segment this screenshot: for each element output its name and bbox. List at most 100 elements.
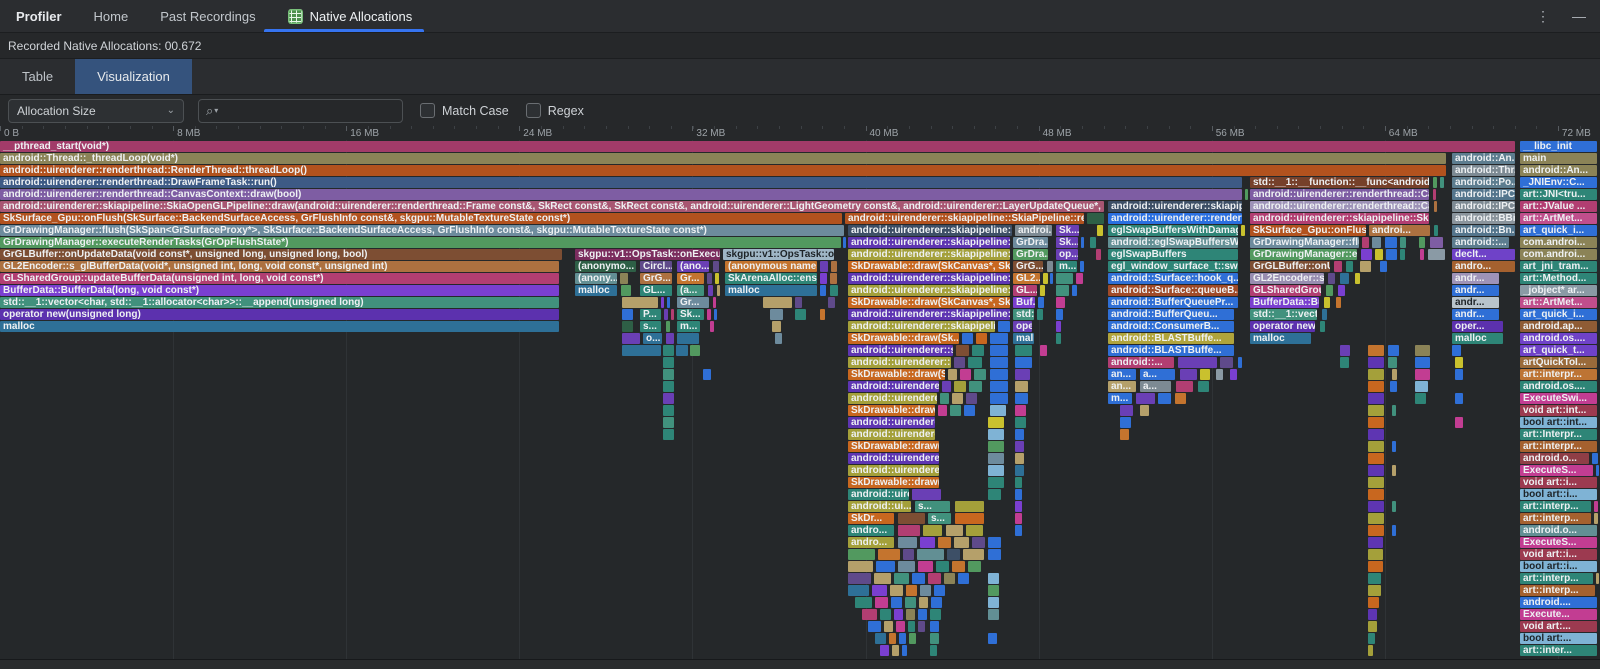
flame-segment[interactable]: android::uirenderer::skiapipeline::R... xyxy=(848,309,1010,320)
flame-segment[interactable] xyxy=(963,549,984,560)
flame-segment[interactable] xyxy=(874,573,891,584)
flame-segment[interactable]: malloc xyxy=(0,321,559,332)
flame-segment[interactable]: android::uirenderer::... xyxy=(848,381,939,392)
flame-segment[interactable]: android::ui... xyxy=(848,501,911,512)
flame-segment[interactable] xyxy=(917,549,944,560)
flame-segment[interactable] xyxy=(1368,441,1384,452)
flame-segment[interactable] xyxy=(1015,405,1026,416)
flame-segment[interactable] xyxy=(1415,357,1430,368)
flame-segment[interactable] xyxy=(663,393,674,404)
flame-segment[interactable] xyxy=(1368,393,1384,404)
search-input[interactable] xyxy=(222,103,376,119)
flame-segment[interactable] xyxy=(1368,465,1384,476)
flame-segment[interactable] xyxy=(988,597,999,608)
flame-segment[interactable]: oper... xyxy=(1452,321,1503,332)
flame-segment[interactable] xyxy=(1040,345,1047,356)
flame-segment[interactable] xyxy=(1015,489,1022,500)
flame-segment[interactable] xyxy=(1368,357,1384,368)
flame-segment[interactable]: android::Surface::queueB... xyxy=(1108,285,1238,296)
flame-segment[interactable] xyxy=(708,285,713,296)
flame-segment[interactable] xyxy=(909,633,916,644)
flame-segment[interactable] xyxy=(974,369,986,380)
more-options-icon[interactable]: ⋮ xyxy=(1536,8,1550,25)
flame-segment[interactable]: BufferData::BufferData(long, void const*… xyxy=(0,285,559,296)
flame-segment[interactable] xyxy=(990,393,1008,404)
flame-segment[interactable]: android::... xyxy=(1452,237,1509,248)
flame-segment[interactable] xyxy=(884,621,893,632)
flame-segment[interactable] xyxy=(988,453,1004,464)
flame-segment[interactable]: ExecuteSwi... xyxy=(1520,393,1597,404)
flame-segment[interactable]: an... xyxy=(1108,369,1136,380)
flame-segment[interactable] xyxy=(1386,249,1397,260)
flame-segment[interactable]: BufferData::Buffe... xyxy=(1250,297,1319,308)
flame-segment[interactable]: main xyxy=(1520,153,1597,164)
flame-segment[interactable] xyxy=(990,369,1008,380)
flame-segment[interactable] xyxy=(947,549,960,560)
flame-segment[interactable] xyxy=(1324,297,1330,308)
flame-segment[interactable]: SkDrawable::draw(S... xyxy=(848,369,945,380)
flame-segment[interactable]: com.androi... xyxy=(1520,237,1597,248)
flame-segment[interactable]: egl_window_surface_t::swap... xyxy=(1108,261,1238,272)
flame-segment[interactable]: android.ap... xyxy=(1520,321,1597,332)
flame-segment[interactable] xyxy=(988,549,1001,560)
tab-native-allocations[interactable]: Native Allocations xyxy=(288,0,413,32)
flame-segment[interactable]: s... xyxy=(915,501,950,512)
flame-segment[interactable] xyxy=(966,393,977,404)
flame-segment[interactable] xyxy=(1245,189,1248,200)
flame-segment[interactable]: art::interpr... xyxy=(1520,441,1597,452)
flame-segment[interactable]: Gr... xyxy=(677,297,709,308)
flame-segment[interactable] xyxy=(848,585,869,596)
flame-segment[interactable] xyxy=(988,429,1004,440)
flame-segment[interactable] xyxy=(1120,417,1131,428)
flame-segment[interactable] xyxy=(1175,393,1186,404)
flame-segment[interactable] xyxy=(820,285,826,296)
flame-segment[interactable]: art::interpr... xyxy=(1520,369,1597,380)
flame-segment[interactable] xyxy=(1015,441,1024,452)
flame-segment[interactable]: operator new(unsigned long) xyxy=(0,309,559,320)
flame-segment[interactable] xyxy=(1056,321,1061,332)
flame-segment[interactable] xyxy=(1198,381,1209,392)
flame-segment[interactable] xyxy=(942,381,951,392)
flame-segment[interactable]: P... xyxy=(640,309,661,320)
flame-segment[interactable] xyxy=(1380,261,1387,272)
flame-segment[interactable] xyxy=(955,501,984,512)
flame-segment[interactable]: art_jni_tram... xyxy=(1520,261,1597,272)
flame-segment[interactable]: bool art::i... xyxy=(1520,561,1597,572)
flame-segment[interactable] xyxy=(918,609,927,620)
flame-segment[interactable] xyxy=(1180,369,1197,380)
flame-segment[interactable] xyxy=(1015,513,1022,524)
flame-segment[interactable]: std::__1::vector<char, std::__1::allocat… xyxy=(0,297,559,308)
flame-segment[interactable] xyxy=(1015,417,1026,428)
flame-segment[interactable]: Gr... xyxy=(677,273,704,284)
flame-segment[interactable] xyxy=(1056,273,1073,284)
flame-segment[interactable]: art::interp... xyxy=(1520,501,1591,512)
flame-segment[interactable] xyxy=(1043,273,1048,284)
flame-segment[interactable]: m... xyxy=(1108,393,1132,404)
flame-segment[interactable] xyxy=(1120,429,1129,440)
flame-segment[interactable] xyxy=(1594,513,1598,524)
flame-segment[interactable]: mall... xyxy=(1013,333,1034,344)
flame-segment[interactable]: skgpu::v1::OpsTask::onExecute(... xyxy=(575,249,720,260)
tab-visualization[interactable]: Visualization xyxy=(75,59,192,94)
flame-segment[interactable] xyxy=(795,297,802,308)
flame-segment[interactable] xyxy=(903,549,914,560)
flame-segment[interactable]: s... xyxy=(640,321,661,332)
flame-segment[interactable]: android::uirende... xyxy=(848,489,909,500)
flame-segment[interactable] xyxy=(1015,369,1030,380)
flame-segment[interactable] xyxy=(677,333,699,344)
flame-segment[interactable] xyxy=(1455,357,1463,368)
flame-segment[interactable]: __libc_init xyxy=(1520,141,1597,152)
flame-segment[interactable] xyxy=(962,333,973,344)
flame-segment[interactable] xyxy=(1220,357,1233,368)
flame-segment[interactable] xyxy=(936,561,949,572)
flame-segment[interactable]: android::IPC... xyxy=(1452,201,1515,212)
flame-segment[interactable]: art_quick_i... xyxy=(1520,225,1597,236)
flame-segment[interactable] xyxy=(930,633,939,644)
flame-segment[interactable] xyxy=(918,621,925,632)
flame-segment[interactable] xyxy=(620,273,628,284)
flame-segment[interactable]: andro... xyxy=(848,537,894,548)
flame-segment[interactable] xyxy=(930,645,937,656)
flame-segment[interactable] xyxy=(1362,237,1369,248)
flame-segment[interactable]: android::uirenderer::skiapipeline::Re... xyxy=(848,249,1010,260)
flame-segment[interactable]: android::ConsumerB... xyxy=(1108,321,1234,332)
